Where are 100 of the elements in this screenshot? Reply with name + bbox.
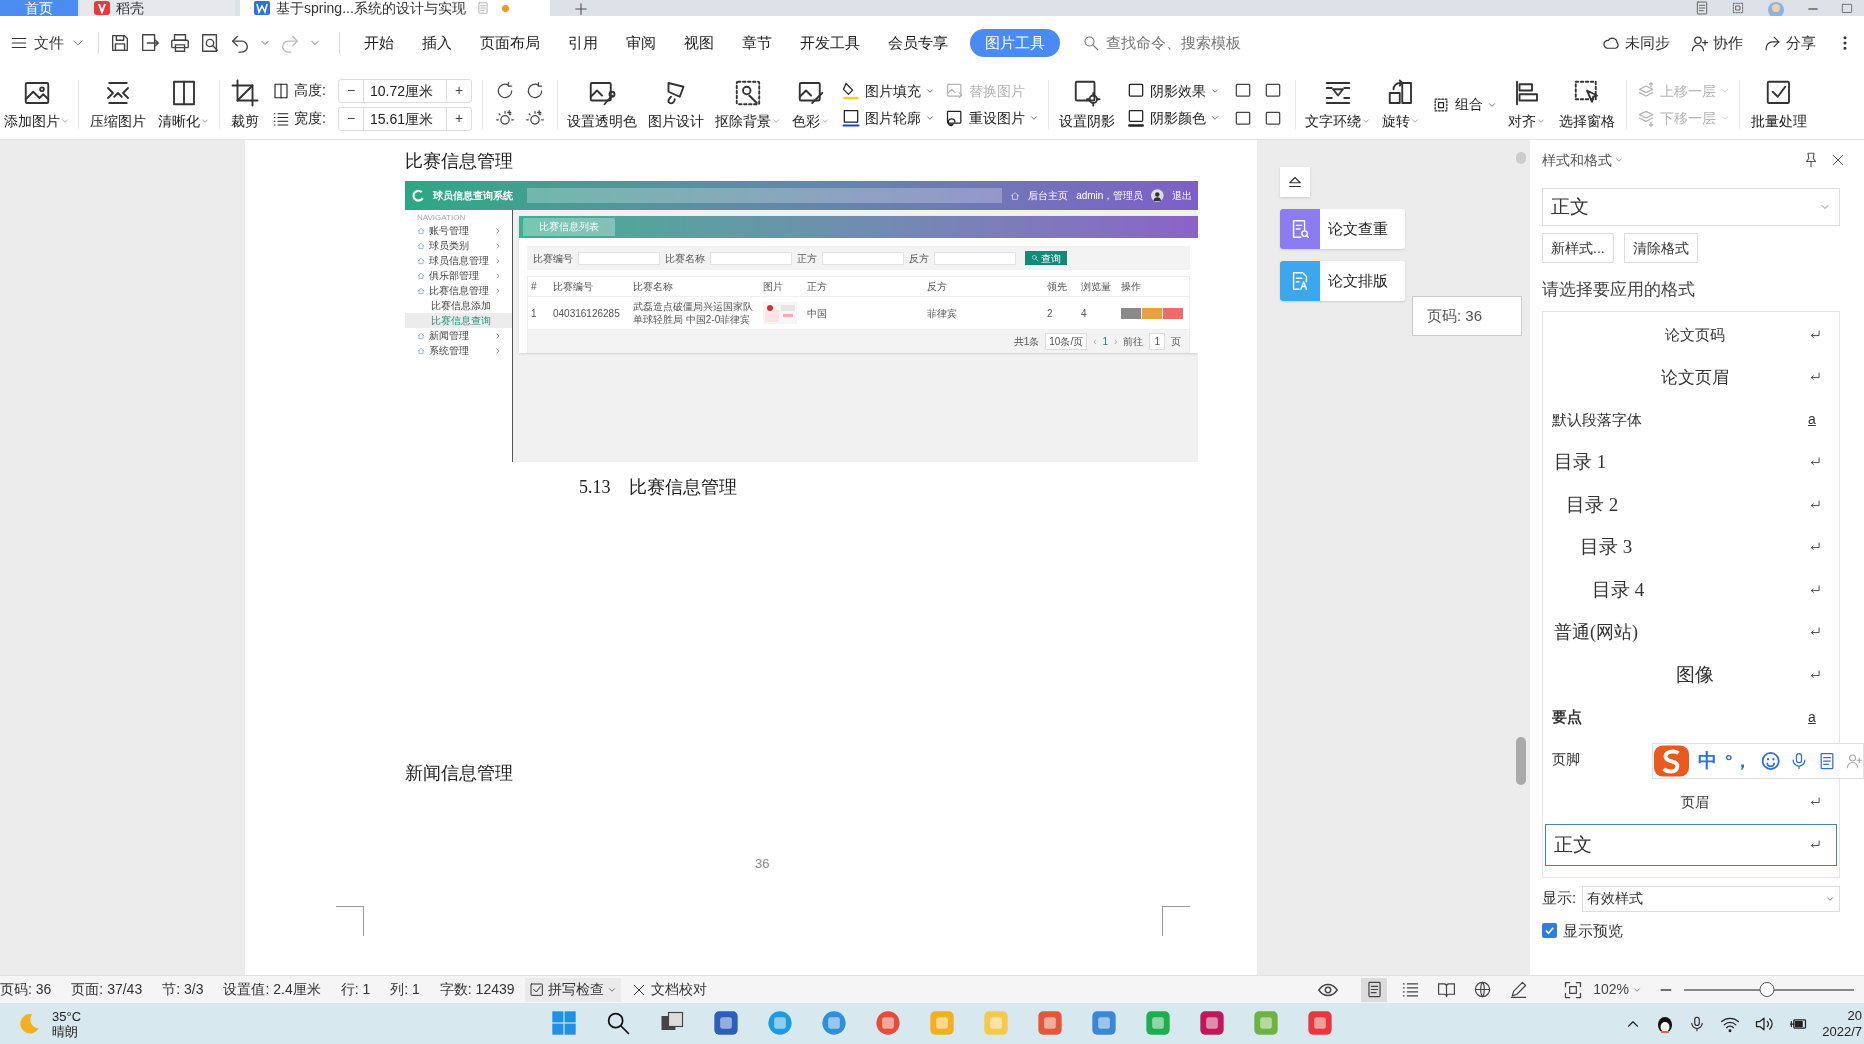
input-mode-toggle[interactable]: °， [1725, 746, 1752, 776]
print-preview-icon[interactable] [199, 32, 221, 54]
ribbon-button[interactable]: 阴影效果 [1126, 80, 1220, 102]
view-mode-button[interactable] [1361, 977, 1388, 1002]
style-item[interactable]: 论文页码 [1545, 313, 1837, 356]
ribbon-tab[interactable]: 视图 [670, 29, 728, 57]
close-icon[interactable] [1830, 152, 1846, 168]
app-icon[interactable] [1198, 1009, 1226, 1037]
ribbon-button[interactable]: 图片设计 [642, 70, 710, 139]
view-button[interactable] [1121, 307, 1141, 319]
size-field[interactable]: − 15.61厘米 + [338, 106, 472, 131]
nav-item[interactable]: 俱乐部管理 [405, 268, 512, 283]
ribbon-button[interactable]: 图片填充 [841, 80, 935, 102]
style-item[interactable]: 页眉 [1545, 781, 1837, 824]
panel-title[interactable]: 样式和格式 [1542, 149, 1624, 171]
slider-thumb[interactable] [1759, 982, 1775, 997]
header-link[interactable]: 后台主页 [1028, 188, 1069, 203]
new-tab-icon[interactable] [572, 0, 590, 16]
ribbon-button[interactable]: 旋转 [1376, 70, 1426, 139]
size-field[interactable]: − 10.72厘米 + [338, 78, 472, 103]
ribbon-button[interactable]: 阴影颜色 [1126, 107, 1220, 129]
ribbon-button[interactable]: 图片轮廓 [841, 107, 935, 129]
fit-page-icon[interactable] [1563, 979, 1584, 1000]
ribbon-button[interactable]: 选择窗格 [1552, 70, 1622, 139]
nav-item[interactable]: 比赛信息管理 [405, 283, 512, 298]
rotate-left-icon[interactable] [495, 80, 515, 101]
start-icon[interactable] [550, 1009, 578, 1037]
decrease-button[interactable]: − [339, 108, 363, 129]
side-tool-button[interactable]: 论文排版 [1280, 261, 1405, 301]
file-menu[interactable]: 文件 [8, 27, 88, 59]
ribbon-tab[interactable]: 开发工具 [786, 29, 874, 57]
ribbon-button[interactable]: 组合 [1431, 94, 1497, 115]
page-size-select[interactable]: 10条/页 [1045, 332, 1088, 350]
ribbon-button[interactable]: 裁剪 [224, 70, 266, 139]
zoom-slider[interactable] [1684, 981, 1854, 998]
print-icon[interactable] [169, 32, 191, 54]
toolbar-action[interactable]: 未同步 [1602, 31, 1670, 55]
increase-button[interactable]: + [447, 80, 471, 101]
ribbon-button[interactable]: 批量处理 [1744, 70, 1814, 139]
nav-item[interactable]: 账号管理 [405, 223, 512, 238]
style-dropdown[interactable]: 正文 [1542, 188, 1840, 226]
style-item[interactable]: 正文 [1545, 823, 1837, 866]
panel-button[interactable]: 新样式... [1542, 233, 1614, 263]
panel-button[interactable]: 清除格式 [1623, 233, 1698, 263]
checkbox[interactable] [1542, 923, 1557, 939]
ribbon-tab[interactable]: 插入 [408, 29, 466, 57]
nav-item[interactable]: 比赛信息添加 [405, 298, 512, 313]
show-dropdown[interactable]: 有效样式 [1582, 885, 1840, 912]
document-tab[interactable]: 基于spring...系统的设计与实现 [240, 0, 550, 16]
style-item[interactable]: 目录 3 [1545, 526, 1837, 569]
nav-item[interactable]: 球员类别 [405, 238, 512, 253]
zoom-dropdown[interactable]: 102% [1593, 979, 1642, 1000]
ribbon-button[interactable]: 添加图片 [0, 70, 74, 139]
app-icon[interactable] [1306, 1009, 1334, 1037]
home-icon[interactable] [1010, 190, 1021, 201]
toolbar-action[interactable]: 协作 [1690, 31, 1743, 55]
style-item[interactable]: 论文页眉 [1545, 356, 1837, 399]
style-item[interactable]: 默认段落字体 a [1545, 398, 1837, 441]
ribbon-button[interactable]: 清晰化 [153, 70, 215, 139]
document-tab[interactable]: 稻壳 [80, 0, 235, 16]
nav-item[interactable]: 系统管理 [405, 343, 512, 358]
scrollbar-thumb[interactable] [1516, 737, 1526, 785]
goto-field[interactable]: 1 [1149, 332, 1165, 350]
ribbon-button[interactable]: 重设图片 [945, 107, 1039, 129]
app-icon[interactable] [1036, 1009, 1064, 1037]
nav-item[interactable]: 新闻管理 [405, 328, 512, 343]
app-icon[interactable] [1144, 1009, 1172, 1037]
logout-link[interactable]: 退出 [1172, 188, 1192, 203]
ribbon-tab[interactable]: 页面布局 [466, 29, 554, 57]
ribbon-tab[interactable]: 引用 [554, 29, 612, 57]
command-search-field[interactable]: 查找命令、搜索模板 [1082, 31, 1282, 55]
ribbon-button[interactable]: 设置透明色 [562, 70, 642, 139]
ribbon-tab[interactable]: 章节 [728, 29, 786, 57]
rotate-right-icon[interactable] [525, 80, 545, 101]
maximize-icon[interactable] [1840, 2, 1854, 16]
filter-input[interactable] [710, 251, 792, 265]
nav-item[interactable]: 球员信息管理 [405, 253, 512, 268]
filter-input[interactable] [578, 251, 660, 265]
toolbar-action[interactable]: 分享 [1763, 31, 1816, 55]
filter-input[interactable] [934, 251, 1016, 265]
style-item[interactable]: 普通(网站) [1545, 611, 1837, 654]
delete-button[interactable] [1163, 307, 1183, 319]
nav-item[interactable]: 比赛信息查询 [405, 313, 512, 328]
ribbon-button[interactable]: 色彩 [786, 70, 836, 139]
ribbon-button[interactable]: 对齐 [1502, 70, 1552, 139]
ribbon-button[interactable]: 文字环绕 [1300, 70, 1376, 139]
filter-input[interactable] [822, 251, 904, 265]
spell-check-button[interactable]: 拼写检查 [524, 977, 621, 1002]
style-item[interactable]: 目录 4 [1545, 568, 1837, 611]
ribbon-tab[interactable]: 开始 [350, 29, 408, 57]
collapse-button[interactable] [1280, 167, 1310, 197]
input-mode-toggle[interactable]: 中 [1698, 746, 1717, 776]
increase-button[interactable]: + [447, 108, 471, 129]
style-item[interactable]: 目录 1 [1545, 441, 1837, 484]
ribbon-button[interactable]: 设置阴影 [1053, 70, 1121, 139]
ribbon-tab[interactable]: 会员专享 [874, 29, 962, 57]
decrease-button[interactable]: − [339, 80, 363, 101]
ribbon-button[interactable]: 压缩图片 [83, 70, 153, 139]
style-item[interactable]: 图像 [1545, 653, 1837, 696]
page-number[interactable]: 1 [1102, 333, 1109, 349]
